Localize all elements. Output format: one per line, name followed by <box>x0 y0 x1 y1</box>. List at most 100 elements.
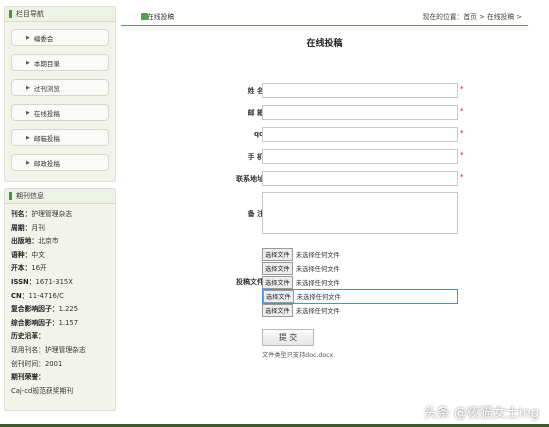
info-line: 期刊荣誉： <box>11 371 109 385</box>
info-key: 历史沿革： <box>11 332 45 341</box>
info-value: 1.157 <box>58 318 79 327</box>
info-value: Caj-cd规范获奖期刊 <box>11 386 74 395</box>
choose-file-button[interactable]: 选择文件 <box>263 290 294 303</box>
info-line: 开本：16开 <box>11 262 109 276</box>
sidebar-item-label: 邮箱投稿 <box>33 134 60 143</box>
sidebar-item-current-issue[interactable]: ▶ 本期目录 <box>11 54 109 71</box>
info-value: 现用刊名：护理管理杂志 <box>11 345 86 354</box>
info-value: 北京市 <box>38 237 59 246</box>
choose-file-button[interactable]: 选择文件 <box>262 262 293 275</box>
qq-field[interactable] <box>262 127 458 142</box>
info-line: 出版地：北京市 <box>11 235 109 249</box>
info-value: 创刊时间：2001 <box>11 359 63 368</box>
file-type-hint: 文件类型只支持doc,docx <box>262 352 334 359</box>
info-line: 现用刊名：护理管理杂志 <box>11 344 109 358</box>
triangle-right-icon: ▶ <box>26 34 30 41</box>
sidebar-item-label: 在线投稿 <box>33 109 60 118</box>
info-key: 开本： <box>11 264 32 273</box>
info-line: 刊名：护理管理杂志 <box>11 208 109 222</box>
no-file-text: 未选择任何文件 <box>295 280 340 287</box>
nav-panel-title: 栏目导航 <box>16 10 44 18</box>
info-key: 综合影响因子： <box>11 318 59 327</box>
info-panel-title: 期刊信息 <box>16 192 44 200</box>
info-key: 语种： <box>11 250 32 259</box>
info-key: CN： <box>11 291 29 300</box>
info-value: 11-4716/C <box>28 291 64 300</box>
info-line: CN：11-4716/C <box>11 290 109 304</box>
choose-file-button[interactable]: 选择文件 <box>262 248 293 261</box>
remark-textarea[interactable] <box>262 192 458 234</box>
info-value: 护理管理杂志 <box>31 210 73 218</box>
file-input-2: 选择文件 未选择任何文件 <box>262 262 340 275</box>
file-input-3: 选择文件 未选择任何文件 <box>262 276 340 289</box>
nav-panel-header: 栏目导航 <box>5 7 115 22</box>
info-line: 语种：中文 <box>11 249 109 263</box>
sidebar-item-online-submission[interactable]: ▶ 在线投稿 <box>11 104 109 121</box>
section-header: 在线投稿 现在的位置：首页 > 在线投稿 > <box>121 6 528 26</box>
nav-panel: 栏目导航 ▶ 编委会 ▶ 本期目录 ▶ 过刊浏览 ▶ 在线投稿 ▶ 邮箱投稿 ▶ 邮政投稿 <box>4 6 116 182</box>
required-mark: * <box>460 173 464 181</box>
triangle-right-icon: ▶ <box>26 59 30 66</box>
sidebar-item-label: 本期目录 <box>33 59 60 68</box>
info-value: 1671-315X <box>35 277 73 286</box>
info-line: 综合影响因子：1.157 <box>11 317 109 331</box>
info-panel-header: 期刊信息 <box>5 189 115 204</box>
info-key: ISSN： <box>11 277 36 286</box>
main-content: 在线投稿 现在的位置：首页 > 在线投稿 > 在线投稿 姓 名 * 邮 箱 * … <box>121 6 528 419</box>
header-bar-icon <box>9 192 12 200</box>
info-line: 复合影响因子：1.225 <box>11 303 109 317</box>
info-line: 历史沿革： <box>11 330 109 344</box>
address-field[interactable] <box>262 171 458 186</box>
sidebar-item-label: 过刊浏览 <box>33 84 60 93</box>
required-mark: * <box>460 107 464 115</box>
no-file-text: 未选择任何文件 <box>295 308 340 315</box>
breadcrumb: 现在的位置：首页 > 在线投稿 > <box>422 12 522 21</box>
info-key: 出版地： <box>11 237 39 246</box>
sidebar-item-editorial-board[interactable]: ▶ 编委会 <box>11 29 109 46</box>
page-title: 在线投稿 <box>306 39 343 49</box>
info-key: 周期： <box>11 223 32 232</box>
info-line: 创刊时间：2001 <box>11 358 109 372</box>
file-input-4: 选择文件 未选择任何文件 <box>262 289 458 304</box>
sidebar-item-label: 编委会 <box>33 34 54 43</box>
info-key: 复合影响因子： <box>11 305 59 314</box>
sidebar-item-postal-submission[interactable]: ▶ 邮政投稿 <box>11 154 109 171</box>
info-value: 中文 <box>31 250 45 259</box>
sidebar-item-email-submission[interactable]: ▶ 邮箱投稿 <box>11 129 109 146</box>
choose-file-button[interactable]: 选择文件 <box>262 276 293 289</box>
info-value: 16开 <box>31 264 47 273</box>
required-mark: * <box>460 85 464 93</box>
name-field[interactable] <box>262 83 458 98</box>
sidebar-item-past-issues[interactable]: ▶ 过刊浏览 <box>11 79 109 96</box>
info-key: 刊名： <box>11 210 32 218</box>
triangle-right-icon: ▶ <box>26 109 30 116</box>
info-value: 月刊 <box>31 223 45 232</box>
submit-button[interactable]: 提 交 <box>262 329 314 346</box>
info-key: 期刊荣誉： <box>11 373 45 382</box>
upload-label: 投稿文件 <box>236 278 264 286</box>
journal-info-list: 刊名：护理管理杂志 周期：月刊 出版地：北京市 语种：中文 开本：16开 ISS… <box>5 204 115 402</box>
sidebar-item-label: 邮政投稿 <box>33 159 60 168</box>
triangle-right-icon: ▶ <box>26 84 30 91</box>
info-line: 周期：月刊 <box>11 222 109 236</box>
journal-info-panel: 期刊信息 刊名：护理管理杂志 周期：月刊 出版地：北京市 语种：中文 开本：16… <box>4 188 116 411</box>
file-input-5: 选择文件 未选择任何文件 <box>262 304 340 317</box>
info-value: 1.225 <box>58 305 79 314</box>
no-file-text: 未选择任何文件 <box>295 266 340 273</box>
file-input-1: 选择文件 未选择任何文件 <box>262 248 340 261</box>
triangle-right-icon: ▶ <box>26 134 30 141</box>
info-line: Caj-cd规范获奖期刊 <box>11 385 109 399</box>
choose-file-button[interactable]: 选择文件 <box>262 304 293 317</box>
required-mark: * <box>460 129 464 137</box>
info-line: ISSN：1671-315X <box>11 276 109 290</box>
email-field[interactable] <box>262 105 458 120</box>
no-file-text: 未选择任何文件 <box>295 252 340 259</box>
phone-field[interactable] <box>262 149 458 164</box>
required-mark: * <box>460 151 464 159</box>
triangle-right-icon: ▶ <box>26 159 30 166</box>
field-label: 联系地址 <box>236 175 264 183</box>
header-bar-icon <box>9 10 12 18</box>
mail-icon <box>141 13 148 20</box>
no-file-text: 未选择任何文件 <box>296 294 341 301</box>
sidebar: 栏目导航 ▶ 编委会 ▶ 本期目录 ▶ 过刊浏览 ▶ 在线投稿 ▶ 邮箱投稿 ▶ 邮政投稿 … <box>4 6 116 419</box>
